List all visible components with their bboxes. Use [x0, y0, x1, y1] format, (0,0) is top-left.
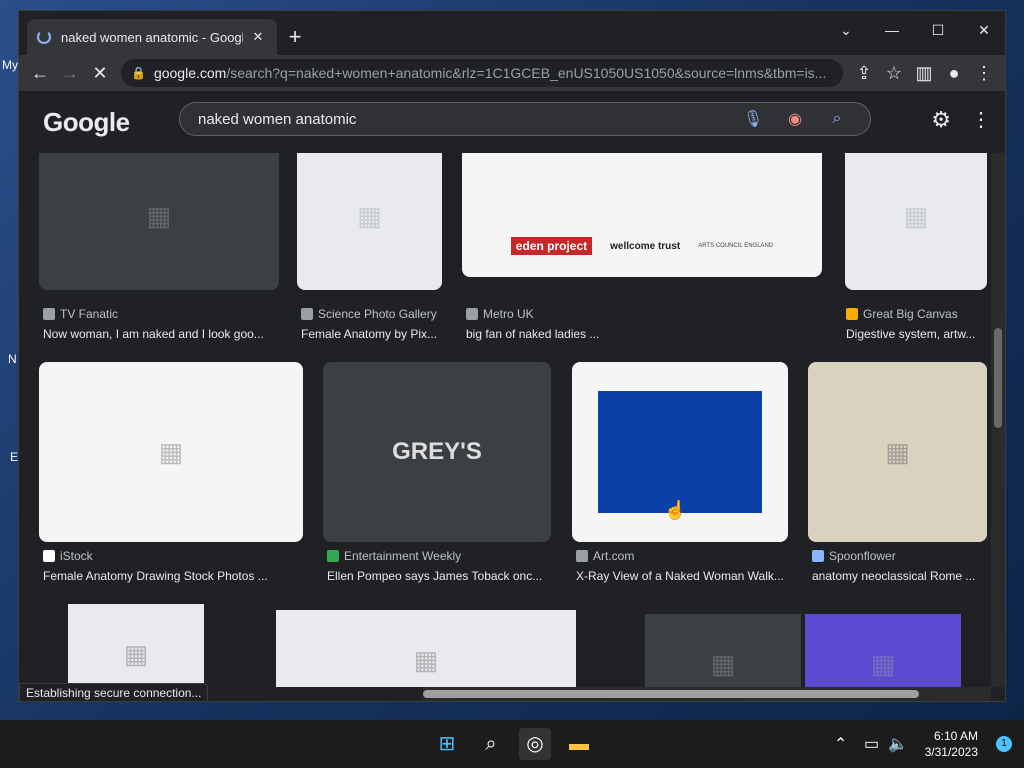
globe-icon — [43, 308, 55, 320]
lock-icon[interactable]: 🔒 — [131, 66, 146, 80]
system-clock[interactable]: 6:10 AM 3/31/2023 — [925, 728, 978, 760]
result-source[interactable]: Spoonflower — [812, 549, 896, 563]
site-favicon-icon — [327, 550, 339, 562]
search-input[interactable]: naked women anatomic — [198, 111, 726, 128]
image-results-grid: ▦ ▦ eden project wellcome trust ARTS COU… — [19, 153, 992, 687]
status-bar: Establishing secure connection... — [19, 683, 209, 701]
menu-icon[interactable]: ⋮ — [969, 58, 999, 88]
profile-icon[interactable]: ● — [939, 58, 969, 88]
bookmark-star-icon[interactable]: ☆ — [879, 58, 909, 88]
clock-date: 3/31/2023 — [924, 745, 978, 759]
close-tab-icon[interactable]: ✕ — [249, 29, 267, 45]
result-image[interactable]: ▦ — [297, 153, 442, 290]
result-caption[interactable]: X-Ray View of a Naked Woman Walk... — [576, 569, 786, 583]
url-host: google.com — [153, 65, 227, 81]
result-image[interactable]: ▦ — [808, 362, 987, 542]
file-explorer-icon[interactable]: ▬ — [563, 728, 595, 760]
google-header: Google naked women anatomic 🎙 ◉ ⌕ ⚙ ⋮ — [19, 91, 1005, 153]
minimize-button[interactable]: — — [869, 15, 915, 45]
result-caption[interactable]: Now woman, I am naked and I look goo... — [43, 327, 273, 341]
windows-start-icon[interactable]: ⊞ — [431, 728, 463, 760]
result-image[interactable]: ▦ — [39, 153, 279, 290]
result-source[interactable]: Great Big Canvas — [846, 307, 958, 321]
notification-badge[interactable]: 1 — [996, 736, 1012, 752]
horizontal-scrollbar[interactable] — [423, 687, 991, 701]
tab-strip: naked women anatomic - Google ✕ + ⌄ — ☐ … — [19, 11, 1005, 55]
result-caption[interactable]: Female Anatomy Drawing Stock Photos ... — [43, 569, 303, 583]
result-source[interactable]: Entertainment Weekly — [327, 549, 461, 563]
new-tab-button[interactable]: + — [281, 23, 309, 51]
chevron-up-icon[interactable]: ⌃ — [834, 734, 847, 754]
result-image[interactable]: GREY'S — [323, 362, 551, 542]
image-text: GREY'S — [392, 438, 482, 465]
search-icon[interactable]: ⌕ — [822, 110, 852, 128]
stop-loading-button[interactable]: ✕ — [85, 58, 115, 88]
browser-window: naked women anatomic - Google ✕ + ⌄ — ☐ … — [18, 10, 1006, 702]
site-favicon-icon — [466, 308, 478, 320]
search-box[interactable]: naked women anatomic 🎙 ◉ ⌕ — [179, 102, 871, 136]
globe-icon — [576, 550, 588, 562]
result-image[interactable]: eden project wellcome trust ARTS COUNCIL… — [462, 153, 822, 277]
result-image[interactable]: ▦ — [68, 604, 204, 687]
search-icon[interactable]: ⌕ — [475, 728, 507, 760]
forward-button[interactable]: → — [55, 58, 85, 88]
image-text: eden project — [510, 237, 593, 255]
side-panel-icon[interactable]: ▥ — [909, 58, 939, 88]
apps-grid-icon[interactable]: ⋮ — [971, 107, 991, 132]
tab-search-icon[interactable]: ⌄ — [823, 15, 869, 45]
result-source[interactable]: Science Photo Gallery — [301, 307, 437, 321]
google-logo[interactable]: Google — [43, 107, 178, 138]
result-source[interactable]: Art.com — [576, 549, 634, 563]
browser-toolbar: ← → ✕ 🔒 google.com /search?q=naked+women… — [19, 55, 1005, 91]
url-path: /search?q=naked+women+anatomic&rlz=1C1GC… — [226, 65, 827, 81]
result-source[interactable]: Metro UK — [466, 307, 534, 321]
taskbar: ⊞ ⌕ ◎ ▬ ⌃ ▭ 🔈 6:10 AM 3/31/2023 1 — [0, 720, 1024, 768]
result-image[interactable]: ▦ — [805, 614, 961, 687]
share-icon[interactable]: ⇪ — [849, 58, 879, 88]
tab-title: naked women anatomic - Google — [61, 29, 243, 45]
mouse-cursor-icon: ☝ — [664, 500, 687, 520]
site-favicon-icon — [812, 550, 824, 562]
result-caption[interactable]: anatomy neoclassical Rome ... — [812, 569, 984, 583]
scrollbar-thumb[interactable] — [994, 328, 1002, 428]
desktop-icon-label[interactable]: N — [8, 352, 17, 366]
result-source[interactable]: iStock — [43, 549, 93, 563]
image-text: ARTS COUNCIL ENGLAND — [698, 243, 774, 249]
maximize-button[interactable]: ☐ — [915, 15, 961, 45]
network-icon[interactable]: ▭ — [864, 734, 879, 754]
chrome-icon[interactable]: ◎ — [519, 728, 551, 760]
site-favicon-icon — [301, 308, 313, 320]
loading-spinner-icon — [37, 30, 51, 44]
result-image[interactable]: ▦ — [276, 610, 576, 687]
result-image[interactable]: ▦ — [645, 614, 801, 687]
back-button[interactable]: ← — [25, 58, 55, 88]
desktop-icon-label[interactable]: E — [10, 450, 18, 464]
settings-gear-icon[interactable]: ⚙ — [931, 107, 951, 133]
clock-time: 6:10 AM — [933, 729, 978, 743]
vertical-scrollbar[interactable] — [991, 153, 1005, 687]
result-source[interactable]: TV Fanatic — [43, 307, 118, 321]
lens-camera-icon[interactable]: ◉ — [780, 109, 810, 129]
image-text: wellcome trust — [610, 240, 681, 252]
result-caption[interactable]: Digestive system, artw... — [846, 327, 986, 341]
result-caption[interactable]: Female Anatomy by Pix... — [301, 327, 446, 341]
result-caption[interactable]: big fan of naked ladies ... — [466, 327, 666, 341]
desktop-icon-label[interactable]: My — [2, 58, 18, 72]
close-window-button[interactable]: ✕ — [961, 15, 1005, 45]
volume-icon[interactable]: 🔈 — [888, 734, 908, 754]
site-favicon-icon — [43, 550, 55, 562]
microphone-icon[interactable]: 🎙 — [738, 109, 768, 129]
result-image[interactable]: ▦ — [845, 153, 987, 290]
scrollbar-thumb[interactable] — [423, 690, 919, 698]
result-caption[interactable]: Ellen Pompeo says James Toback onc... — [327, 569, 549, 583]
browser-tab[interactable]: naked women anatomic - Google ✕ — [27, 19, 277, 55]
address-bar[interactable]: 🔒 google.com /search?q=naked+women+anato… — [121, 59, 843, 87]
result-image[interactable]: ▦ — [39, 362, 303, 542]
site-favicon-icon — [846, 308, 858, 320]
